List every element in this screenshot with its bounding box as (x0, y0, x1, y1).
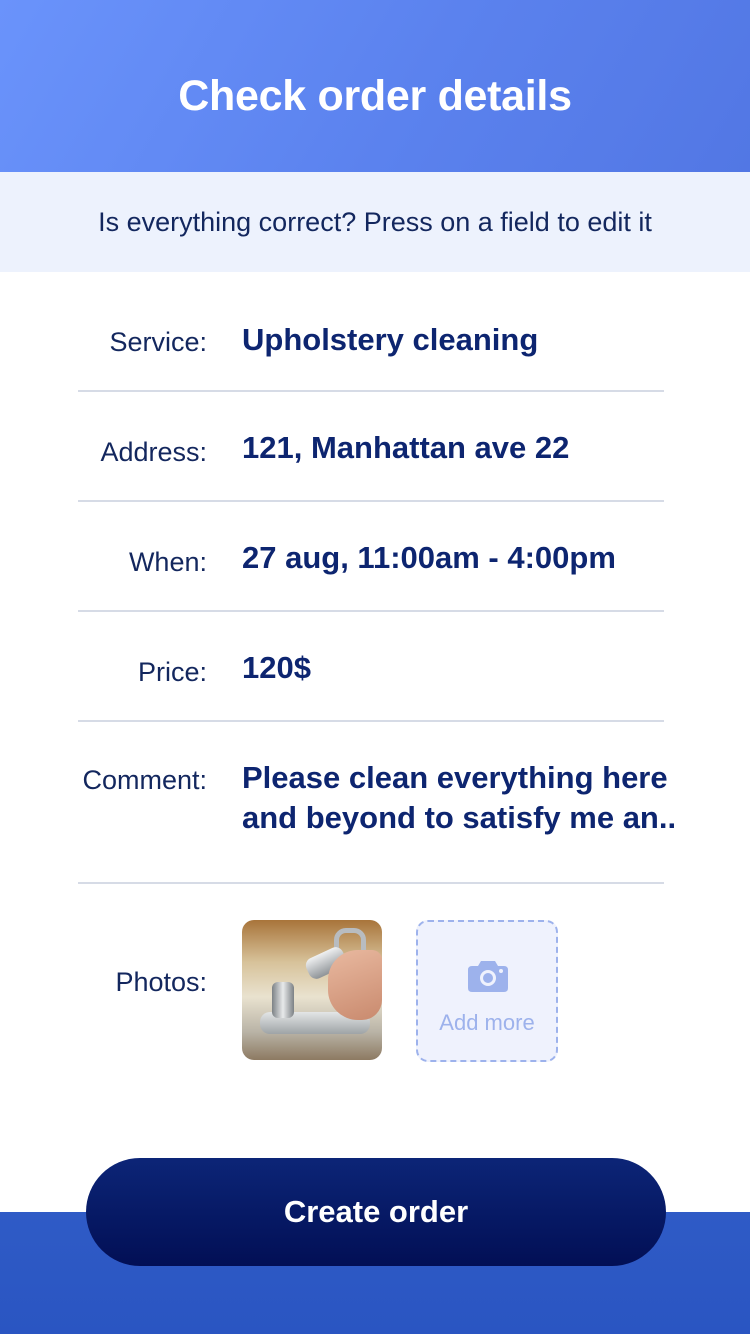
address-value[interactable]: 121, Manhattan ave 22 (242, 428, 692, 468)
create-order-label: Create order (283, 1194, 469, 1229)
service-label: Service: (109, 327, 207, 357)
when-value[interactable]: 27 aug, 11:00am - 4:00pm (242, 538, 692, 578)
service-value[interactable]: Upholstery cleaning (242, 320, 692, 360)
divider (78, 610, 664, 612)
divider (78, 720, 664, 722)
divider (78, 882, 664, 884)
divider (78, 390, 664, 392)
address-row[interactable]: Address: 121, Manhattan ave 22 (0, 430, 750, 500)
comment-row[interactable]: Comment: Please clean everything here an… (0, 758, 750, 882)
price-label: Price: (137, 657, 207, 687)
instruction-text: Is everything correct? Press on a field … (98, 207, 652, 237)
address-label: Address: (100, 437, 207, 467)
divider (78, 500, 664, 502)
price-value[interactable]: 120$ (242, 648, 692, 688)
page-title: Check order details (178, 72, 572, 120)
add-more-photo-button[interactable]: Add more (416, 920, 558, 1062)
photo-hand (328, 950, 382, 1020)
photos-label: Photos: (115, 967, 207, 997)
photo-thumbnail[interactable] (242, 920, 382, 1060)
camera-icon (468, 961, 508, 992)
add-more-label: Add more (439, 1010, 535, 1035)
photo-faucet-neck (272, 982, 294, 1018)
when-label: When: (128, 547, 207, 577)
comment-value[interactable]: Please clean everything here and beyond … (242, 758, 692, 838)
when-row[interactable]: When: 27 aug, 11:00am - 4:00pm (0, 540, 750, 610)
comment-label: Comment: (82, 765, 207, 795)
price-row[interactable]: Price: 120$ (0, 650, 750, 720)
service-row[interactable]: Service: Upholstery cleaning (0, 320, 750, 390)
create-order-button[interactable]: Create order (86, 1158, 666, 1266)
